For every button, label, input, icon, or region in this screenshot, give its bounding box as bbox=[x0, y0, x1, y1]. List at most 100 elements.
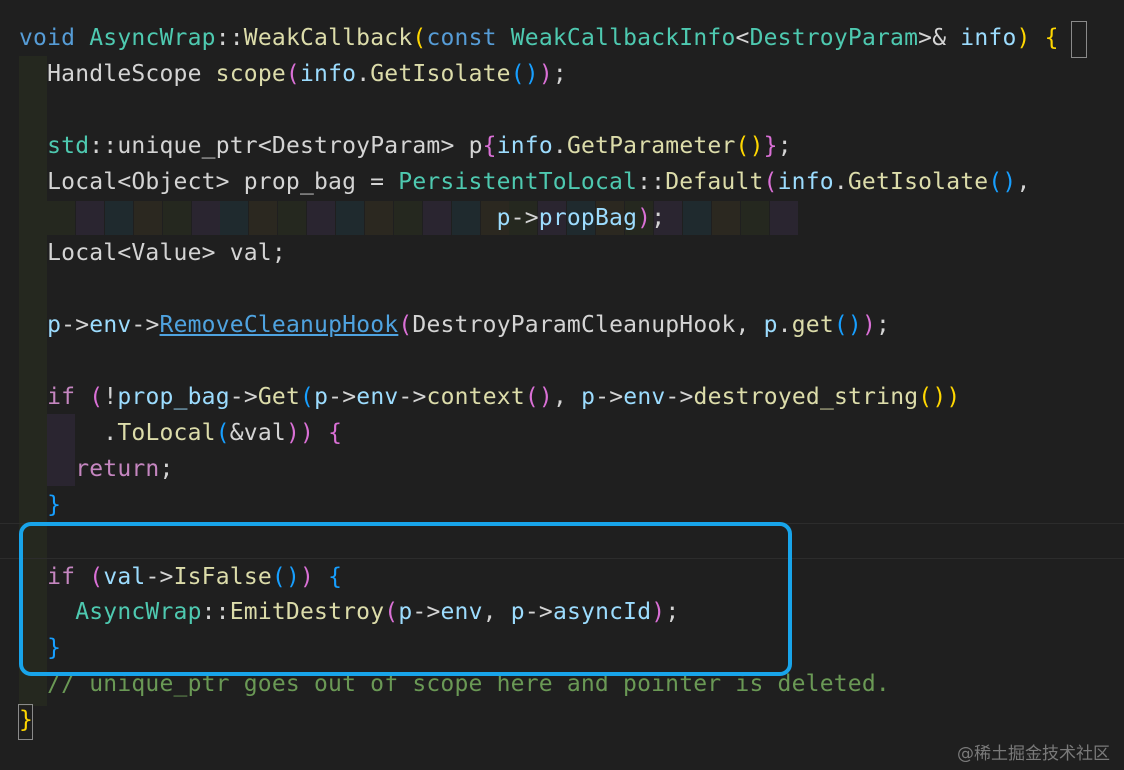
code-token: . bbox=[19, 419, 118, 446]
code-line[interactable]: return; bbox=[0, 451, 1124, 487]
code-line[interactable]: p->propBag); bbox=[0, 200, 1124, 236]
code-token: . bbox=[777, 312, 792, 339]
code-line[interactable] bbox=[0, 271, 1124, 307]
code-line[interactable]: std::unique_ptr<DestroyParam> p{info.Get… bbox=[0, 128, 1124, 164]
code-token: Local<Value> val; bbox=[19, 240, 286, 267]
code-token: get bbox=[791, 312, 834, 339]
code-token: void bbox=[19, 25, 90, 51]
code-token: () bbox=[988, 168, 1017, 195]
code-line[interactable]: .ToLocal(&val)) { bbox=[0, 415, 1124, 451]
code-token: -> bbox=[131, 312, 160, 339]
code-token: , bbox=[1016, 168, 1031, 195]
code-token: return bbox=[19, 455, 160, 482]
code-token: AsyncWrap bbox=[89, 25, 216, 51]
code-token: DestroyParamCleanupHook, bbox=[412, 312, 764, 339]
code-token: <DestroyParam> bbox=[257, 132, 469, 159]
code-token: () bbox=[735, 132, 764, 159]
code-token: RemoveCleanupHook bbox=[159, 312, 399, 339]
code-token: HandleScope bbox=[19, 60, 216, 87]
code-token: -> bbox=[595, 384, 624, 410]
code-token: () bbox=[833, 312, 862, 339]
code-token: info bbox=[496, 132, 553, 159]
code-token: info bbox=[299, 60, 357, 87]
code-token: Get bbox=[257, 384, 301, 410]
code-token: info bbox=[777, 168, 834, 195]
code-token: ) bbox=[861, 312, 877, 339]
bracket-match-close-brace bbox=[18, 704, 33, 740]
bracket-match-open-brace bbox=[1071, 21, 1087, 58]
code-line[interactable] bbox=[0, 92, 1124, 128]
code-token: { bbox=[482, 132, 497, 159]
code-token: Default bbox=[665, 168, 764, 195]
code-token: Local<Object> prop_bag = bbox=[19, 168, 399, 195]
code-token: ; bbox=[651, 204, 666, 231]
code-token: :: bbox=[215, 25, 244, 51]
code-line[interactable]: p->env->RemoveCleanupHook(DestroyParamCl… bbox=[0, 307, 1124, 343]
code-token: context bbox=[426, 384, 525, 410]
highlight-annotation-box bbox=[19, 522, 792, 676]
code-token: unique_ptr bbox=[117, 132, 258, 159]
code-token: < bbox=[735, 25, 750, 51]
code-token: env bbox=[356, 384, 399, 410]
code-token: -> bbox=[665, 384, 694, 410]
code-token: { bbox=[1044, 25, 1059, 51]
code-token: ( bbox=[412, 25, 427, 51]
code-editor[interactable]: void AsyncWrap::WeakCallback(const WeakC… bbox=[0, 0, 1124, 770]
code-token: -> bbox=[61, 312, 90, 339]
code-token: ; bbox=[777, 132, 792, 159]
code-token: { bbox=[314, 419, 343, 446]
code-token: . bbox=[552, 132, 567, 159]
code-token: std bbox=[19, 132, 90, 159]
code-token: -> bbox=[398, 384, 427, 410]
code-token: ( bbox=[215, 419, 230, 446]
code-token: env bbox=[89, 312, 132, 339]
code-token: ( bbox=[300, 384, 315, 410]
code-token: WeakCallbackInfo bbox=[510, 25, 736, 51]
code-token: PersistentToLocal bbox=[398, 168, 638, 195]
code-token: -> bbox=[328, 384, 357, 410]
code-line[interactable]: Local<Value> val; bbox=[0, 235, 1124, 271]
code-token: p bbox=[314, 384, 329, 410]
code-token: -> bbox=[229, 384, 258, 410]
code-token: () bbox=[524, 384, 553, 410]
code-token: :: bbox=[89, 132, 118, 159]
code-token: ()) bbox=[918, 384, 961, 410]
code-line[interactable]: void AsyncWrap::WeakCallback(const WeakC… bbox=[0, 20, 1124, 56]
code-token: p bbox=[468, 132, 483, 159]
code-token: GetIsolate bbox=[370, 60, 511, 87]
code-token: . bbox=[356, 60, 371, 87]
code-token: p bbox=[19, 312, 62, 339]
code-token: )) bbox=[285, 419, 315, 446]
code-token: ; bbox=[876, 312, 891, 339]
watermark-text: @稀土掘金技术社区 bbox=[957, 744, 1110, 764]
code-line[interactable]: Local<Object> prop_bag = PersistentToLoc… bbox=[0, 164, 1124, 200]
code-token: p bbox=[496, 204, 511, 231]
code-token: prop_bag bbox=[117, 384, 230, 410]
code-line[interactable] bbox=[0, 343, 1124, 379]
code-token: , bbox=[552, 384, 582, 410]
code-token: GetParameter bbox=[566, 132, 736, 159]
code-token: const bbox=[426, 25, 511, 51]
code-token: } bbox=[763, 132, 778, 159]
code-token: &val bbox=[229, 419, 286, 446]
code-token: ) bbox=[1016, 25, 1045, 51]
code-token: scope bbox=[215, 60, 286, 87]
code-token: ( bbox=[763, 168, 778, 195]
code-line[interactable]: if (!prop_bag->Get(p->env->context(), p-… bbox=[0, 379, 1124, 415]
code-token: env bbox=[623, 384, 666, 410]
code-token: ( bbox=[398, 312, 413, 339]
code-line[interactable]: } bbox=[0, 487, 1124, 523]
code-token: ToLocal bbox=[117, 419, 216, 446]
code-token: ) bbox=[637, 204, 652, 231]
code-token: ; bbox=[552, 60, 567, 87]
code-line[interactable]: HandleScope scope(info.GetIsolate()); bbox=[0, 56, 1124, 92]
code-token: p bbox=[581, 384, 596, 410]
code-token: ( bbox=[89, 384, 104, 410]
code-token: } bbox=[19, 491, 62, 518]
code-token: >& bbox=[918, 25, 961, 51]
code-token: ( bbox=[285, 60, 300, 87]
code-token: :: bbox=[637, 168, 666, 195]
code-line[interactable]: } bbox=[0, 702, 1124, 738]
code-token: propBag bbox=[538, 204, 638, 231]
